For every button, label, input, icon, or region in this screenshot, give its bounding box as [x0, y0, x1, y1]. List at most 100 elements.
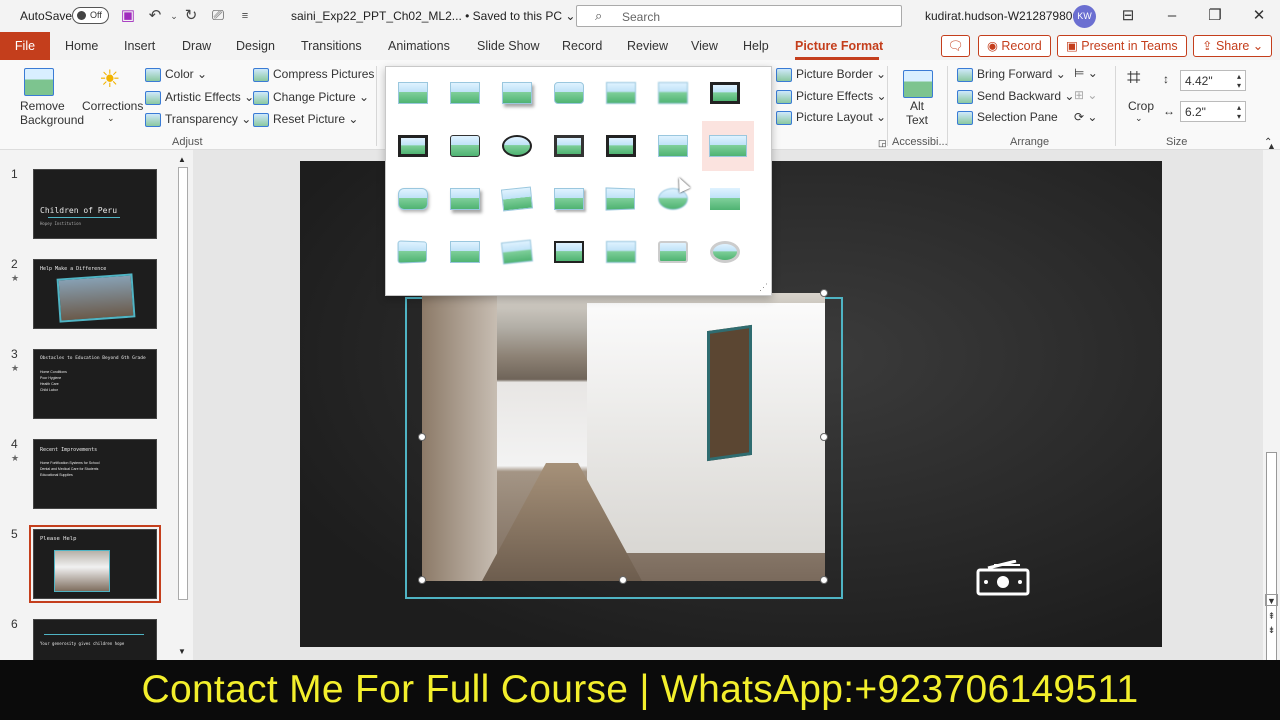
alt-text-button[interactable]: Alt Text [906, 99, 928, 127]
slide-thumbnail[interactable]: Your generosity gives children hope [33, 619, 157, 660]
crop-button[interactable]: Crop [1128, 99, 1154, 113]
picture-style-reflected-rounded[interactable] [550, 78, 588, 108]
customize-toolbar-icon[interactable]: ≡ [236, 7, 254, 25]
picture-style-metal-frame[interactable] [602, 131, 640, 161]
picture-layout-button[interactable]: Picture Layout ⌄ [776, 110, 886, 125]
picture-style-rounded-rectangle[interactable] [446, 131, 484, 161]
group-objects-icon[interactable]: ⊞ ⌄ [1074, 88, 1097, 102]
money-icon[interactable] [976, 560, 1030, 596]
ribbon-display-icon[interactable]: ⊟ [1114, 5, 1142, 27]
picture-style-relaxed-perspective[interactable] [550, 184, 588, 214]
tab-file[interactable]: File [0, 32, 50, 60]
picture-style-bevel-rectangle[interactable] [394, 184, 432, 214]
minimize-icon[interactable]: – [1158, 5, 1186, 27]
resize-handle[interactable] [820, 289, 828, 297]
picture-style-soft-edge-rectangle[interactable] [602, 78, 640, 108]
picture-style-perspective-right[interactable] [394, 237, 432, 267]
next-slide-icon[interactable]: ⇟ [1265, 624, 1278, 636]
share-button[interactable]: ⇪ Share ⌄ [1193, 35, 1273, 57]
resize-grip-icon[interactable]: ⋰ [759, 282, 768, 293]
resize-handle[interactable] [820, 433, 828, 441]
picture-style-simple-frame-white[interactable] [394, 78, 432, 108]
compress-pictures-button[interactable]: Compress Pictures [253, 67, 374, 82]
record-button[interactable]: ◉ Record [978, 35, 1051, 57]
tab-slide-show[interactable]: Slide Show [477, 39, 540, 53]
tab-view[interactable]: View [691, 39, 718, 53]
scrollbar-thumb[interactable] [178, 167, 188, 600]
picture-style-thick-matte-black[interactable] [706, 78, 744, 108]
scroll-up-icon[interactable]: ▲ [1265, 140, 1278, 152]
redo-icon[interactable]: ↻ [182, 7, 200, 25]
autosave-toggle[interactable]: Off [72, 7, 109, 24]
picture-style-beveled-matte-white[interactable] [446, 78, 484, 108]
tab-help[interactable]: Help [743, 39, 769, 53]
width-input[interactable]: 6.2" ▴ ▾ [1180, 101, 1246, 122]
tab-design[interactable]: Design [236, 39, 275, 53]
tab-home[interactable]: Home [65, 39, 98, 53]
tab-review[interactable]: Review [627, 39, 668, 53]
picture-style-compound-frame[interactable] [550, 237, 588, 267]
dialog-launcher-icon[interactable]: ◲ [878, 138, 887, 149]
picture-style-perspective-left[interactable] [602, 184, 640, 214]
picture-style-hovered[interactable] [702, 121, 754, 171]
picture-style-beveled-oval[interactable] [654, 237, 692, 267]
present-from-start-icon[interactable]: ⎚ [209, 7, 227, 25]
rotate-icon[interactable]: ⟳ ⌄ [1074, 110, 1097, 124]
crop-dropdown-icon[interactable]: ⌄ [1135, 113, 1143, 124]
tab-draw[interactable]: Draw [182, 39, 211, 53]
scroll-down-icon[interactable]: ▼ [178, 647, 186, 656]
close-icon[interactable]: ✕ [1245, 5, 1273, 27]
picture-style-rotated-white[interactable] [498, 184, 536, 214]
search-box[interactable]: ⌕ Search [576, 5, 902, 27]
tab-animations[interactable]: Animations [388, 39, 450, 53]
undo-icon[interactable]: ↶ [146, 7, 164, 25]
slide-thumbnail[interactable]: Recent Improvements Home Fortification S… [33, 439, 157, 509]
slide-thumbnail-selected[interactable]: Please Help [29, 525, 161, 603]
picture-style-soft-edge-oval[interactable] [654, 131, 692, 161]
previous-slide-icon[interactable]: ⇞ [1265, 610, 1278, 622]
picture-style-metal-oval[interactable] [498, 131, 536, 161]
tab-transitions[interactable]: Transitions [301, 39, 362, 53]
picture-effects-button[interactable]: Picture Effects ⌄ [776, 89, 887, 104]
slide-thumbnail[interactable]: Help Make a Difference [33, 259, 157, 329]
resize-handle[interactable] [418, 433, 426, 441]
send-backward-button[interactable]: Send Backward ⌄ [957, 89, 1074, 104]
comments-button[interactable]: 🗨 [941, 35, 970, 57]
tab-picture-format[interactable]: Picture Format [795, 39, 883, 53]
height-input[interactable]: 4.42" ▴ ▾ [1180, 70, 1246, 91]
picture-style-reflected-bevel[interactable] [706, 184, 744, 214]
scrollbar-thumb[interactable] [1266, 452, 1277, 672]
picture-style-double-frame[interactable] [654, 78, 692, 108]
thumbnail-scrollbar[interactable]: ▲ ▼ [176, 155, 190, 660]
align-icon[interactable]: ⊨ ⌄ [1074, 66, 1098, 80]
reset-picture-button[interactable]: Reset Picture ⌄ [253, 112, 358, 127]
save-icon[interactable]: ▣ [119, 7, 137, 25]
picture-style-reflected-perspective[interactable] [446, 237, 484, 267]
resize-handle[interactable] [820, 576, 828, 584]
picture-border-button[interactable]: Picture Border ⌄ [776, 67, 886, 82]
tab-record[interactable]: Record [562, 39, 602, 53]
present-in-teams-button[interactable]: ▣ Present in Teams [1057, 35, 1187, 57]
corrections-dropdown-icon[interactable]: ⌄ [107, 113, 115, 124]
picture-style-center-shadow-rectangle[interactable] [550, 131, 588, 161]
resize-handle[interactable] [418, 576, 426, 584]
picture-style-rotated-shadow[interactable] [498, 237, 536, 267]
scroll-down-icon[interactable]: ▼ [1265, 594, 1278, 606]
picture-style-snip-corner[interactable] [602, 237, 640, 267]
picture-style-drop-shadow-rectangle[interactable] [498, 78, 536, 108]
undo-dropdown-icon[interactable]: ⌄ [165, 7, 183, 25]
change-picture-button[interactable]: Change Picture ⌄ [253, 90, 369, 105]
transparency-button[interactable]: Transparency ⌄ [145, 112, 251, 127]
resize-handle[interactable] [619, 576, 627, 584]
picture-style-oval-white[interactable] [706, 237, 744, 267]
maximize-icon[interactable]: ❐ [1201, 5, 1229, 27]
selected-picture[interactable] [422, 293, 825, 581]
slide-thumbnail[interactable]: Obstacles to Education Beyond 6th Grade … [33, 349, 157, 419]
artistic-effects-button[interactable]: Artistic Effects ⌄ [145, 90, 254, 105]
slide-thumbnail[interactable]: Children of Peru Hopey Institution [33, 169, 157, 239]
bring-forward-button[interactable]: Bring Forward ⌄ [957, 67, 1066, 82]
picture-style-perspective-shadow[interactable] [446, 184, 484, 214]
remove-background-button[interactable]: Remove Background [20, 99, 84, 127]
scroll-up-icon[interactable]: ▲ [178, 155, 186, 164]
corrections-button[interactable]: Corrections [82, 99, 143, 113]
